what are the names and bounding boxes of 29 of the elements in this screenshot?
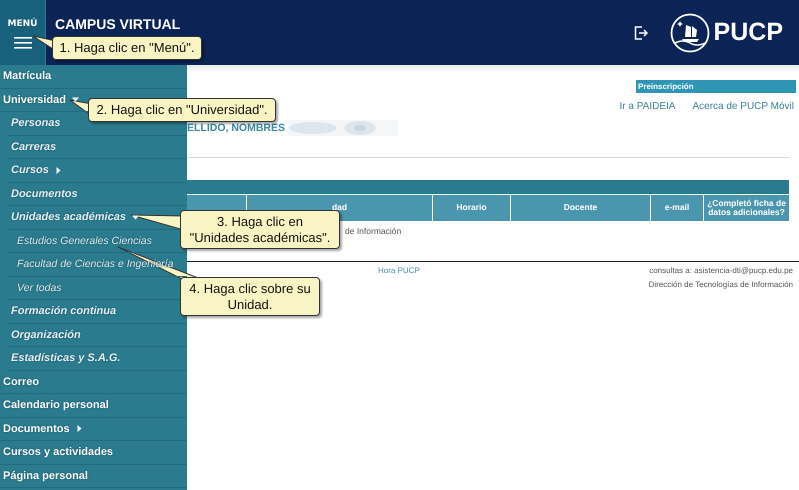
link[interactable]: Ir a PAIDEIA	[620, 101, 676, 112]
department-text: Dirección de Tecnologías de Información	[648, 280, 793, 289]
menu-item[interactable]: Cursos y actividades	[0, 441, 187, 464]
column-header: Horario	[433, 195, 511, 221]
column-header: e-mail	[651, 195, 704, 221]
logo-text: PUCP	[714, 18, 783, 47]
menu-item[interactable]: Estadísticas y S.A.G.	[8, 347, 187, 370]
contact-text: consultas a: asistencia-dti@pucp.edu.pe	[649, 266, 793, 275]
menu-icon	[14, 36, 32, 48]
preinscription-tab[interactable]: Preinscripción	[636, 80, 796, 93]
table-cell: de Información	[345, 226, 402, 236]
logout-icon[interactable]	[634, 26, 648, 40]
menu-item[interactable]: Página personal	[0, 464, 187, 488]
site-title: CAMPUS VIRTUAL	[55, 16, 180, 33]
clock-label: Hora PUCP	[378, 266, 420, 277]
menu-item[interactable]: Documentos	[0, 418, 187, 441]
student-name: ELLIDO, NOMBRES	[187, 122, 286, 134]
menu-item[interactable]: Organización	[8, 324, 187, 347]
column-header: Docente	[511, 195, 651, 221]
menu-button[interactable]: MENÚ	[0, 0, 46, 65]
menu-item[interactable]: Cursos	[8, 159, 187, 182]
column-header: ¿Completó ficha de datos adicionales?	[704, 195, 789, 221]
link[interactable]: Acerca de PUCP Móvil	[692, 101, 794, 112]
callout-tooltip: 4. Haga clic sobre su Unidad.	[180, 277, 320, 316]
menu-item[interactable]: Correo	[0, 370, 187, 394]
menu-item[interactable]: Matrícula	[0, 65, 187, 88]
ship-emblem-icon	[670, 12, 710, 52]
menu-item[interactable]: Carreras	[8, 136, 187, 159]
menu-item[interactable]: Calendario personal	[0, 394, 187, 418]
